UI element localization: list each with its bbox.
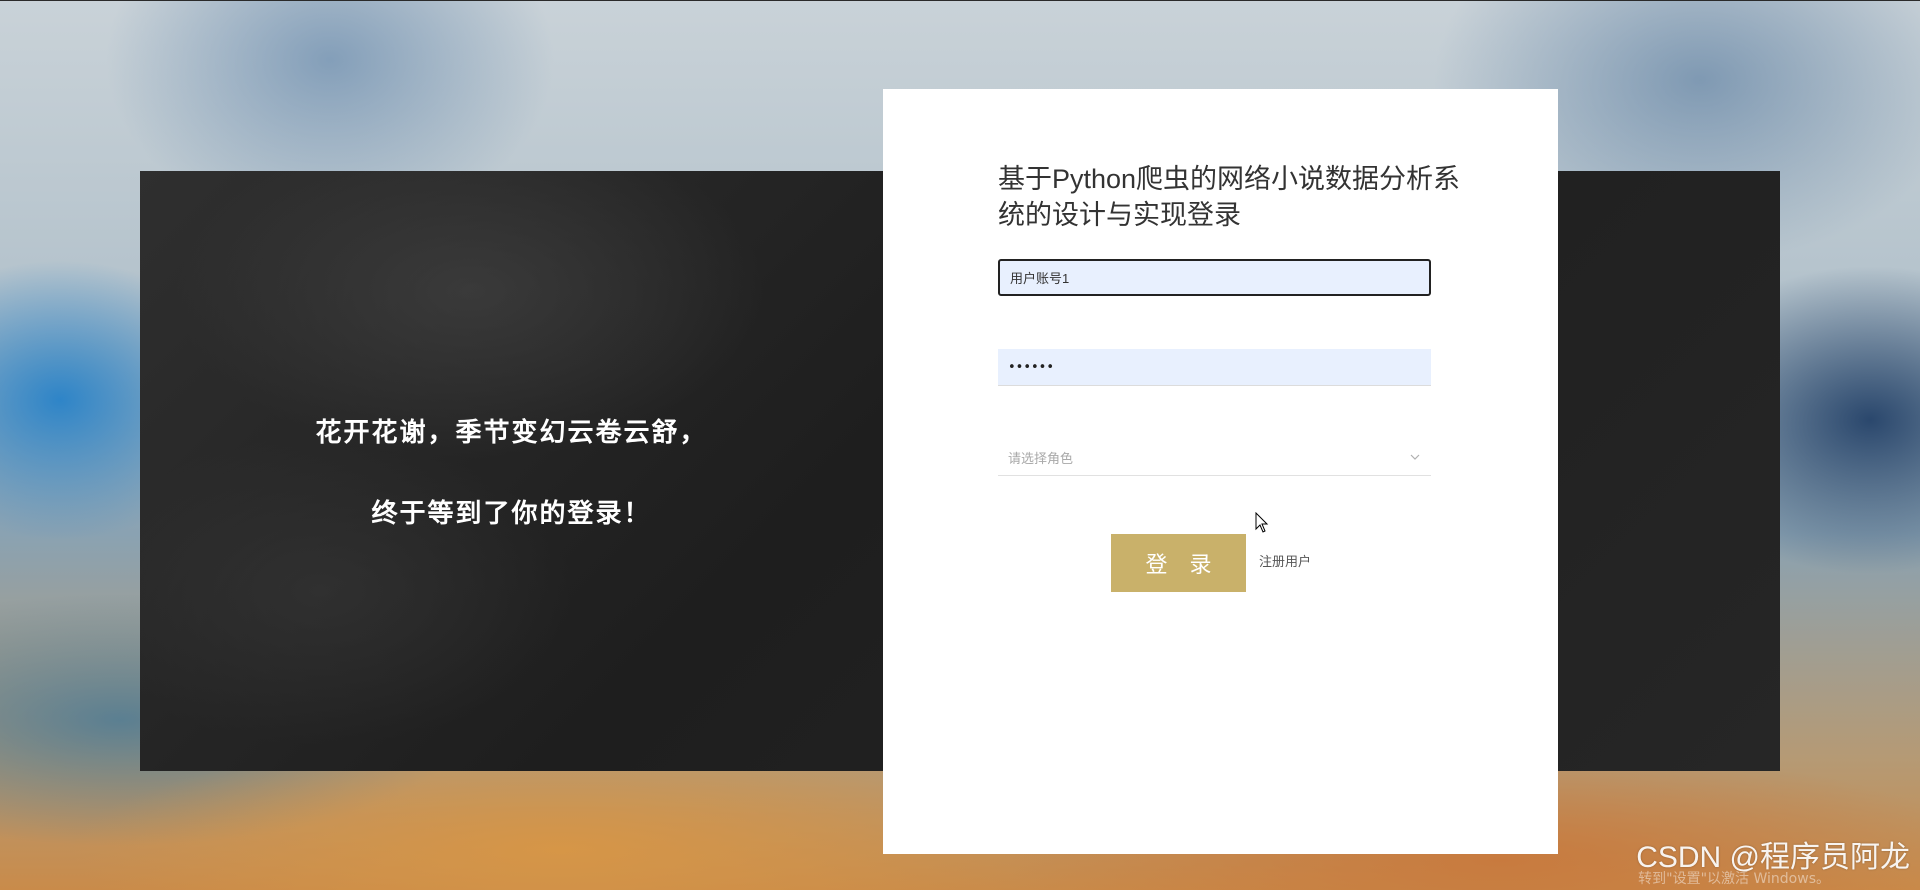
login-button[interactable]: 登 录 (1111, 534, 1246, 592)
username-input[interactable]: 用户账号1 (998, 259, 1431, 296)
register-link[interactable]: 注册用户 (1259, 551, 1311, 570)
window-top-border (0, 0, 1920, 1)
username-value: 用户账号1 (1010, 271, 1070, 286)
mouse-pointer-icon (1255, 512, 1269, 533)
role-placeholder: 请选择角色 (1008, 451, 1074, 467)
role-select[interactable]: 请选择角色 (998, 439, 1431, 476)
slogan-block: 花开花谢，季节变幻云卷云舒， 终于等到了你的登录！ (140, 171, 883, 771)
password-input[interactable]: •••••• (998, 349, 1431, 386)
slogan-line-1: 花开花谢，季节变幻云卷云舒， (315, 418, 708, 448)
login-card: 基于Python爬虫的网络小说数据分析系统的设计与实现登录 用户账号1 ••••… (883, 89, 1558, 854)
login-title: 基于Python爬虫的网络小说数据分析系统的设计与实现登录 (998, 164, 1461, 230)
slogan-line-2: 终于等到了你的登录！ (371, 499, 652, 529)
csdn-watermark: CSDN @程序员阿龙 (1636, 841, 1910, 874)
password-value: •••••• (1008, 359, 1055, 375)
chevron-down-icon (1410, 454, 1420, 460)
